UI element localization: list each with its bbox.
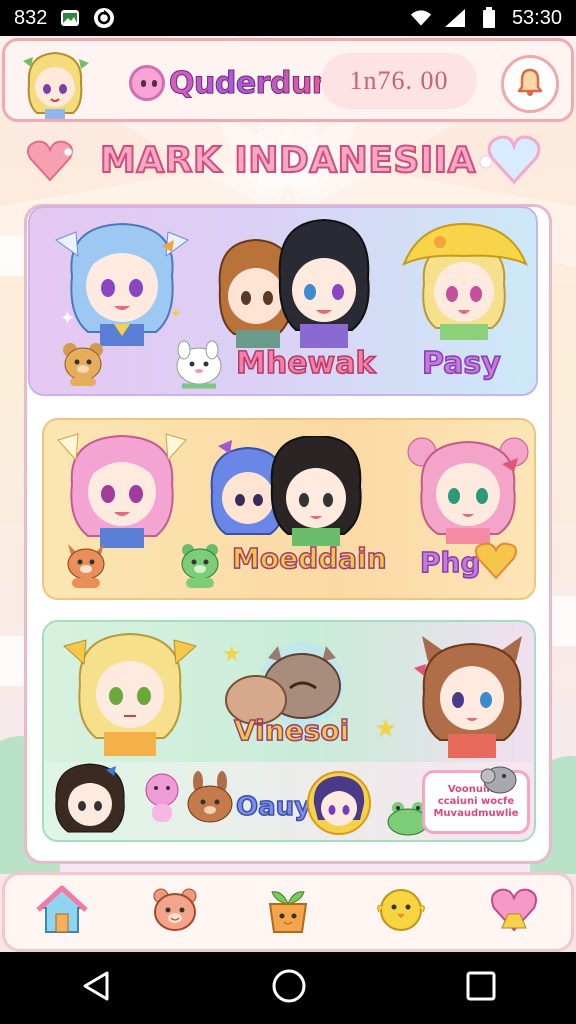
sync-icon <box>93 7 115 29</box>
chick-icon <box>375 884 427 940</box>
system-nav-bar <box>0 952 576 1024</box>
plant-pot-icon <box>262 884 314 940</box>
sticker-card[interactable]: Moeddain Phg <box>42 418 536 600</box>
nav-bear-button[interactable] <box>143 880 207 944</box>
battery-icon <box>478 7 500 29</box>
notification-button[interactable] <box>501 55 559 113</box>
character-duo-icon <box>216 218 376 352</box>
character-chibi-purple-icon <box>306 770 372 840</box>
blob-mascot-icon <box>129 65 165 101</box>
bunny-sticker-icon <box>184 770 236 830</box>
page-title: MARK INDANESIIA <box>99 139 476 182</box>
sticker-label: Moeddain <box>231 541 387 576</box>
avatar[interactable] <box>19 47 91 119</box>
heart-sticker-icon <box>474 542 518 584</box>
sticker-card[interactable]: Vinesoi ★ ★ Oauy Voonuin n ccaiuni wocfe… <box>42 620 536 842</box>
bear-icon <box>149 884 201 940</box>
character-pink-hair-icon <box>52 424 192 552</box>
bear-sticker-icon <box>58 338 108 392</box>
bottom-nav <box>2 872 574 952</box>
search-pill-text: 1n76. 00 <box>349 66 449 95</box>
nav-home-button[interactable] <box>30 880 94 944</box>
character-duo-icon <box>208 434 368 550</box>
recents-icon[interactable] <box>465 970 497 1006</box>
sticker-card[interactable]: Mhewak Pasy ✦ ✦ <box>28 206 538 396</box>
fox-sticker-icon <box>62 538 110 594</box>
gallery-icon <box>59 7 81 29</box>
sticker-label: Phg <box>419 545 481 580</box>
character-pink-buns-icon <box>406 428 530 548</box>
star-sticker-icon: ★ <box>222 642 242 667</box>
sticker-label: Pasy <box>421 345 501 382</box>
character-blonde-icon <box>60 622 200 762</box>
home-circle-icon[interactable] <box>271 968 307 1008</box>
character-blue-hair-icon <box>52 216 192 350</box>
home-icon <box>35 884 88 940</box>
search-pill[interactable]: 1n76. 00 <box>321 53 477 109</box>
logo-text: Quderdun <box>169 65 334 101</box>
nav-plant-button[interactable] <box>256 880 320 944</box>
character-brown-hair-icon <box>412 628 532 762</box>
star-sticker-icon: ★ <box>374 714 398 744</box>
app-header: Quderdun 1n76. 00 <box>2 38 574 122</box>
sparkle-icon: ✦ <box>170 306 182 322</box>
sparkle-icon: ✦ <box>60 308 76 329</box>
signal-icon <box>444 7 466 29</box>
status-time: 53:30 <box>511 6 562 29</box>
bell-icon <box>515 67 545 101</box>
pink-flower-sticker-icon <box>140 772 184 828</box>
app-logo: Quderdun <box>129 63 334 103</box>
status-bar: 832 53:30 <box>0 0 576 36</box>
sticker-label: Oauy <box>235 791 312 823</box>
character-yellow-hat-icon <box>400 220 530 344</box>
sticker-label: Mhewak <box>235 345 376 382</box>
elephant-sticker-icon <box>480 762 520 800</box>
status-right: 53:30 <box>410 7 562 30</box>
character-chibi-dark-icon <box>50 760 130 840</box>
sticker-label: Vinesoi <box>233 713 350 748</box>
status-left-text: 832 <box>14 6 48 29</box>
heart-icon <box>488 884 540 940</box>
back-icon[interactable] <box>79 969 113 1007</box>
nav-heart-button[interactable] <box>482 880 546 944</box>
status-left: 832 <box>14 7 115 30</box>
wifi-icon <box>410 7 432 29</box>
nav-chick-button[interactable] <box>369 880 433 944</box>
